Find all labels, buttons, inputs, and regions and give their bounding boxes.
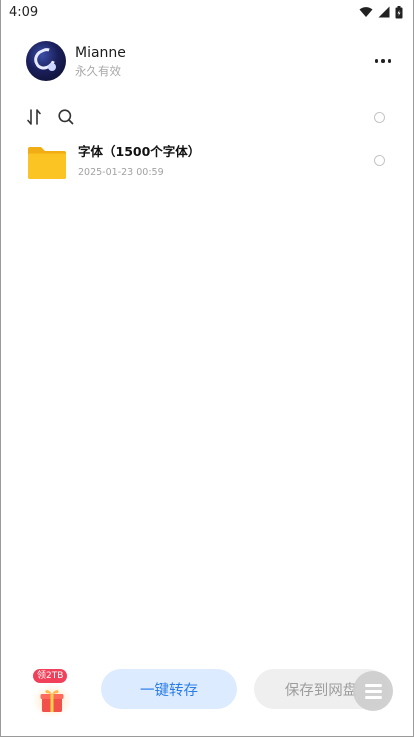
file-info: 字体（1500个字体） 2025-01-23 00:59 xyxy=(78,143,200,180)
file-date: 2025-01-23 00:59 xyxy=(78,166,164,178)
app-window: 4:09 Mianne 永久有效 字体（1500个字体） 2025-01-23 … xyxy=(0,0,414,737)
sort-icon[interactable] xyxy=(26,108,42,126)
signal-icon xyxy=(378,6,390,18)
file-list-item[interactable]: 字体（1500个字体） 2025-01-23 00:59 xyxy=(27,142,385,184)
user-name: Mianne xyxy=(75,44,126,61)
user-status: 永久有效 xyxy=(75,63,121,78)
gift-badge: 领2TB xyxy=(33,669,68,683)
more-horizontal-icon xyxy=(374,59,378,63)
menu-icon xyxy=(364,683,382,687)
search-icon[interactable] xyxy=(57,108,75,126)
user-info: Mianne 永久有效 xyxy=(75,44,126,79)
file-name: 字体（1500个字体） xyxy=(78,143,201,159)
gift-icon xyxy=(38,686,66,714)
bottom-action-bar: 领2TB 一键转存 保存到网盘 xyxy=(1,660,413,720)
gift-button[interactable]: 领2TB xyxy=(32,668,72,718)
user-header: Mianne 永久有效 xyxy=(26,40,391,82)
avatar[interactable] xyxy=(26,41,66,81)
file-toolbar xyxy=(26,107,385,127)
status-bar: 4:09 xyxy=(1,0,413,24)
status-time: 4:09 xyxy=(9,4,39,20)
one-click-transfer-button[interactable]: 一键转存 xyxy=(101,669,237,709)
more-options-button[interactable] xyxy=(374,51,391,71)
wifi-icon xyxy=(359,6,373,18)
status-icons xyxy=(359,5,403,19)
select-all-radio[interactable] xyxy=(374,111,385,123)
folder-icon xyxy=(27,143,67,183)
floating-menu-button[interactable] xyxy=(353,671,393,711)
file-select-radio[interactable] xyxy=(374,154,385,166)
battery-icon xyxy=(395,5,403,19)
